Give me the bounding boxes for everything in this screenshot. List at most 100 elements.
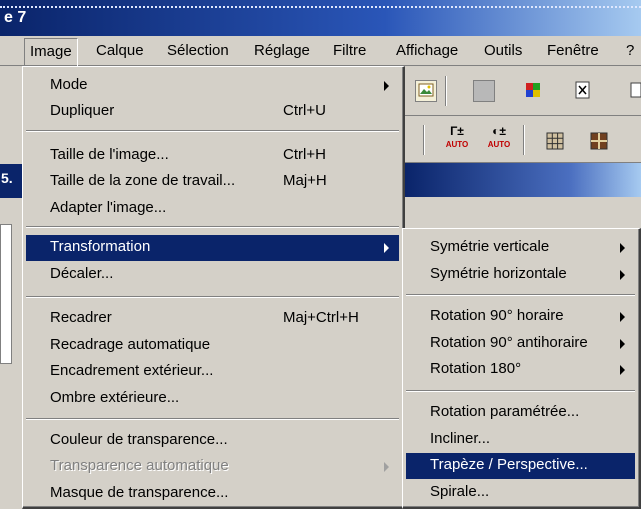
menu-item-label: Adapter l'image... — [50, 199, 167, 216]
menu-item-recadrage-auto[interactable]: Recadrage automatique — [26, 333, 399, 358]
menu-item-label: Incliner... — [430, 430, 491, 447]
menu-item-label: Trapèze / Perspective... — [430, 456, 588, 473]
more-tools-icon[interactable] — [629, 80, 641, 102]
toolbar-adjust: Γ± AUTO ◐± AUTO — [405, 117, 641, 163]
menu-affichage[interactable]: Affichage — [396, 42, 458, 59]
submenu-arrow-icon — [620, 365, 625, 375]
menu-image[interactable]: Image — [24, 38, 78, 66]
menu-item-label: Couleur de transparence... — [50, 431, 228, 448]
menu-item-label: Symétrie verticale — [430, 238, 550, 255]
menu-item-label: Symétrie horizontale — [430, 265, 567, 282]
menu-separator — [26, 418, 399, 420]
menu-separator — [26, 296, 399, 298]
contrast-auto-icon[interactable]: ◐± AUTO — [485, 125, 513, 155]
menu-item-shortcut: Maj+Ctrl+H — [283, 309, 359, 326]
submenu-arrow-icon — [620, 339, 625, 349]
menu-calque[interactable]: Calque — [96, 42, 144, 59]
menubar: Image Calque Sélection Réglage Filtre Af… — [0, 36, 641, 66]
menu-item-adapter-image[interactable]: Adapter l'image... — [26, 196, 399, 221]
menu-item-mode[interactable]: Mode — [26, 73, 399, 98]
window-title: e 7 — [4, 9, 27, 26]
transformation-submenu: Symétrie verticale Symétrie horizontale … — [402, 228, 641, 509]
color-palette-icon[interactable] — [523, 80, 545, 102]
document-canvas — [0, 224, 12, 364]
menu-item-masque-transparence[interactable]: Masque de transparence... — [26, 481, 399, 506]
menu-separator — [26, 226, 399, 228]
effects-icon[interactable] — [573, 80, 595, 102]
menu-item-label: Taille de l'image... — [50, 146, 169, 163]
menu-item-couleur-transparence[interactable]: Couleur de transparence... — [26, 428, 399, 453]
toolbar-separator — [445, 76, 447, 106]
menu-item-encadrement[interactable]: Encadrement extérieur... — [26, 359, 399, 384]
menu-fenetre[interactable]: Fenêtre — [547, 42, 599, 59]
submenu-item-spirale[interactable]: Spirale... — [406, 480, 635, 505]
submenu-item-incliner[interactable]: Incliner... — [406, 427, 635, 452]
contrast-auto-label: AUTO — [487, 140, 511, 149]
image-menu: Mode Dupliquer Ctrl+U Taille de l'image.… — [22, 66, 405, 509]
menu-item-label: Décaler... — [50, 265, 114, 282]
menu-separator — [406, 294, 635, 296]
menu-item-label: Encadrement extérieur... — [50, 362, 214, 379]
open-image-icon[interactable] — [415, 80, 437, 102]
submenu-item-symetrie-verticale[interactable]: Symétrie verticale — [406, 235, 635, 260]
menu-item-label: Mode — [50, 76, 88, 93]
left-panel: 5. — [0, 66, 24, 509]
menu-reglage[interactable]: Réglage — [254, 42, 310, 59]
gamma-symbol: Γ± — [450, 124, 464, 138]
menu-item-decaler[interactable]: Décaler... — [26, 262, 399, 287]
menu-separator — [406, 390, 635, 392]
document-window-titlebar — [405, 163, 641, 197]
menu-outils[interactable]: Outils — [484, 42, 522, 59]
menu-item-shortcut: Maj+H — [283, 172, 327, 189]
document-title: 5. — [1, 170, 13, 186]
submenu-item-trapeze-perspective[interactable]: Trapèze / Perspective... — [406, 453, 635, 479]
menu-item-label: Dupliquer — [50, 102, 115, 119]
menu-item-label: Ombre extérieure... — [50, 389, 180, 406]
mosaic-icon[interactable] — [589, 131, 611, 153]
menu-item-label: Masque de transparence... — [50, 484, 229, 501]
contrast-symbol: ◐± — [492, 124, 506, 138]
menu-item-label: Rotation 90° horaire — [430, 307, 564, 324]
gamma-auto-label: AUTO — [445, 140, 469, 149]
menu-item-taille-zone[interactable]: Taille de la zone de travail... Maj+H — [26, 169, 399, 194]
menu-item-label: Taille de la zone de travail... — [50, 172, 236, 189]
submenu-arrow-icon — [384, 243, 389, 253]
menu-item-label: Rotation 90° antihoraire — [430, 334, 588, 351]
menu-separator — [26, 130, 399, 132]
submenu-arrow-icon — [620, 312, 625, 322]
menu-item-dupliquer[interactable]: Dupliquer Ctrl+U — [26, 99, 399, 124]
toolbar-top — [405, 66, 641, 116]
submenu-item-rotation-180[interactable]: Rotation 180° — [406, 357, 635, 382]
menu-item-label: Spirale... — [430, 483, 490, 500]
menu-item-transformation[interactable]: Transformation — [26, 235, 399, 261]
menu-item-recadrer[interactable]: Recadrer Maj+Ctrl+H — [26, 306, 399, 331]
menu-help[interactable]: ? — [626, 42, 634, 59]
menu-selection[interactable]: Sélection — [167, 42, 229, 59]
gamma-auto-icon[interactable]: Γ± AUTO — [443, 125, 471, 155]
menu-item-ombre[interactable]: Ombre extérieure... — [26, 386, 399, 411]
menu-item-shortcut: Ctrl+H — [283, 146, 326, 163]
document-titlebar: 5. — [0, 164, 24, 198]
menu-item-label: Transformation — [50, 238, 151, 255]
menu-item-label: Transparence automatique — [50, 457, 229, 474]
gray-box-icon[interactable] — [473, 80, 495, 102]
submenu-arrow-icon — [620, 243, 625, 253]
window-titlebar: e 7 — [0, 0, 641, 36]
menu-item-label: Rotation paramétrée... — [430, 403, 580, 420]
menu-item-label: Recadrage automatique — [50, 336, 211, 353]
submenu-arrow-icon — [384, 462, 389, 472]
submenu-item-rotation-parametree[interactable]: Rotation paramétrée... — [406, 400, 635, 425]
menu-item-shortcut: Ctrl+U — [283, 102, 326, 119]
toolbar-separator — [423, 125, 425, 155]
submenu-item-rotation-horaire[interactable]: Rotation 90° horaire — [406, 304, 635, 329]
toolbar-separator — [523, 125, 525, 155]
submenu-arrow-icon — [620, 270, 625, 280]
submenu-item-rotation-antihoraire[interactable]: Rotation 90° antihoraire — [406, 331, 635, 356]
menu-item-transparence-auto: Transparence automatique — [26, 454, 399, 479]
grid-icon[interactable] — [545, 131, 567, 153]
menu-filtre[interactable]: Filtre — [333, 42, 366, 59]
menu-item-taille-image[interactable]: Taille de l'image... Ctrl+H — [26, 143, 399, 168]
submenu-item-symetrie-horizontale[interactable]: Symétrie horizontale — [406, 262, 635, 287]
menu-item-label: Rotation 180° — [430, 360, 522, 377]
menu-item-label: Recadrer — [50, 309, 112, 326]
